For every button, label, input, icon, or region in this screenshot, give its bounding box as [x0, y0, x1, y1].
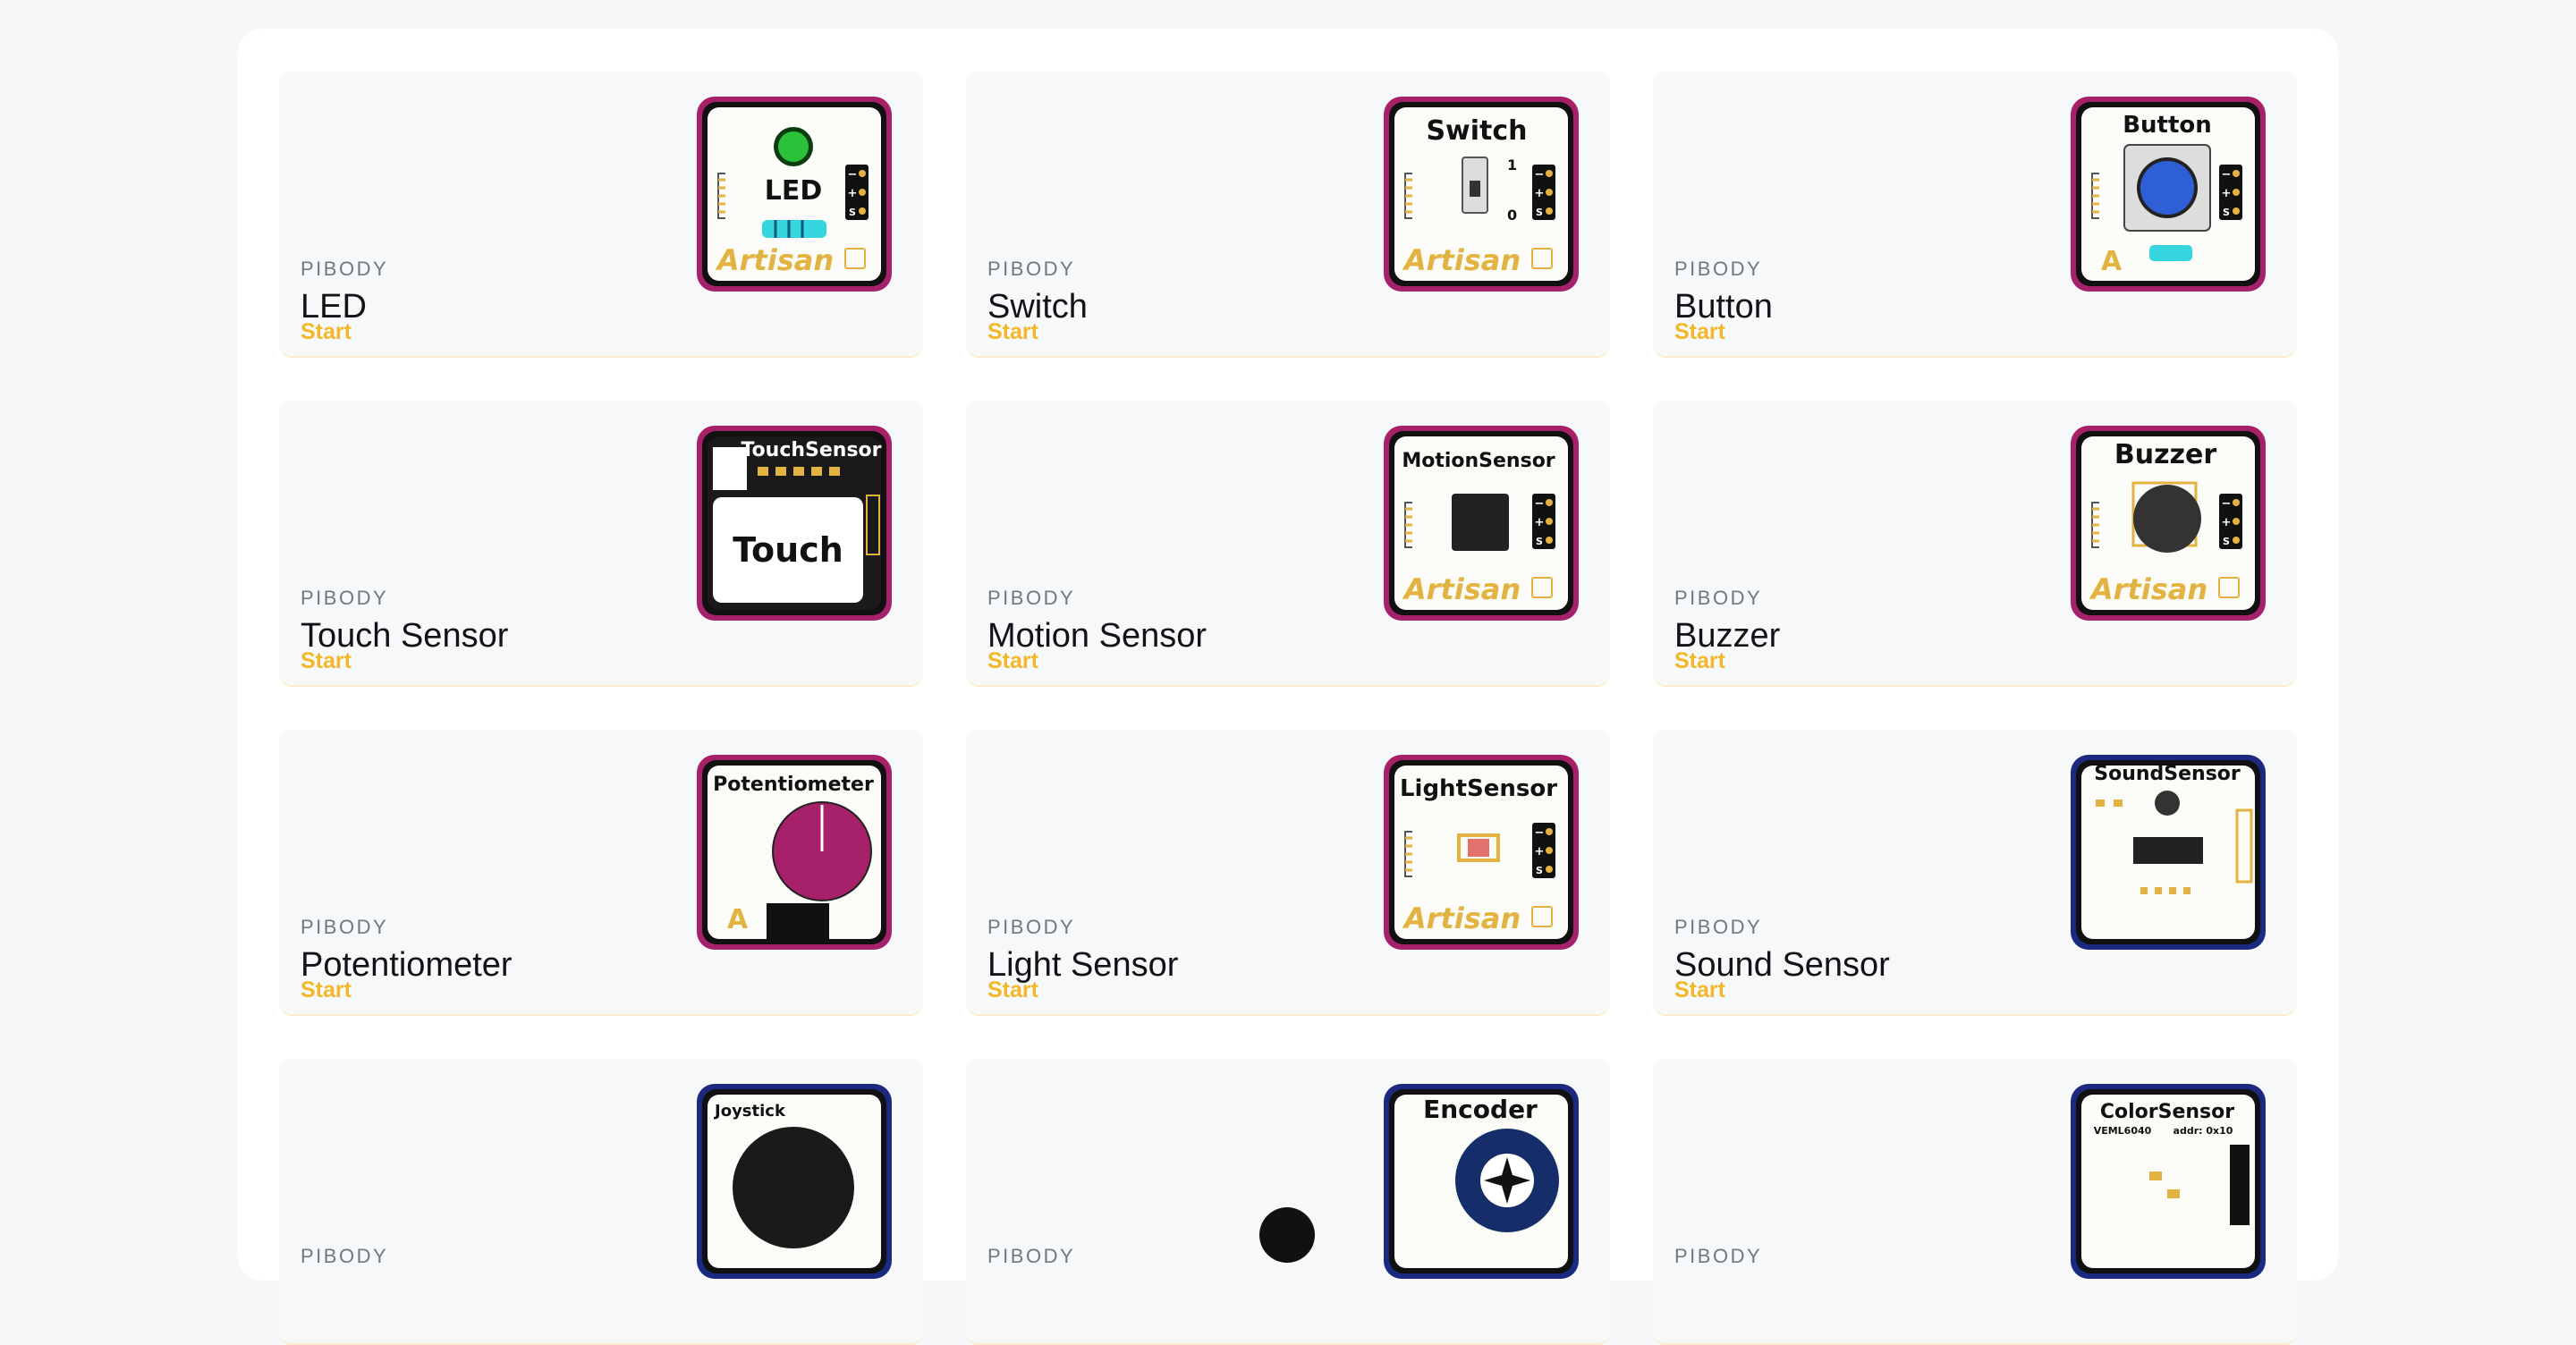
- joystick-board-icon: Joystick: [695, 1082, 894, 1281]
- svg-text:Potentiometer: Potentiometer: [713, 774, 874, 796]
- color-sensor-board-icon: ColorSensor VEML6040 addr: 0x10: [2069, 1082, 2267, 1281]
- module-card-led[interactable]: − + S LED Artisan PIBODY LED Start: [279, 72, 923, 358]
- module-brand: PIBODY: [301, 916, 389, 938]
- module-card-motionsensor[interactable]: − + S MotionSensor Artisan PIBODY Motion…: [966, 401, 1610, 687]
- module-card-potentiometer[interactable]: Potentiometer A PIBODY Potentiometer Sta…: [279, 730, 923, 1016]
- svg-text:+: +: [2222, 187, 2232, 200]
- start-link[interactable]: Start: [301, 319, 352, 345]
- light-sensor-board-icon: − + S LightSensor Artisan: [1382, 753, 1580, 952]
- svg-text:MotionSensor: MotionSensor: [1402, 450, 1555, 472]
- svg-text:1: 1: [1507, 156, 1517, 173]
- svg-text:+: +: [2222, 516, 2232, 529]
- svg-text:+: +: [1535, 516, 1545, 529]
- module-card-switch[interactable]: − + S Switch 1 0 Artisan PIBODY Switch St…: [966, 72, 1610, 358]
- button-board-icon: − + S Button A: [2069, 95, 2267, 293]
- svg-text:+: +: [1535, 845, 1545, 859]
- sound-sensor-board-icon: SoundSensor: [2069, 753, 2267, 952]
- svg-text:−: −: [2222, 497, 2232, 511]
- svg-text:Joystick: Joystick: [713, 1102, 786, 1121]
- buzzer-board-icon: − + S Buzzer Artisan: [2069, 424, 2267, 622]
- led-board-icon: − + S LED Artisan: [695, 95, 894, 293]
- svg-text:−: −: [1535, 168, 1545, 182]
- module-brand: PIBODY: [1674, 258, 1763, 280]
- start-link[interactable]: Start: [1674, 319, 1725, 345]
- module-list-panel: − + S LED Artisan PIBODY LED Start − + S…: [237, 29, 2339, 1345]
- start-link[interactable]: Start: [301, 648, 352, 674]
- svg-text:Switch: Switch: [1426, 115, 1527, 147]
- svg-text:−: −: [2222, 168, 2232, 182]
- module-card-soundsensor[interactable]: SoundSensor PIBODY Sound Sensor Start: [1653, 730, 2297, 1016]
- svg-text:TouchSensor: TouchSensor: [741, 439, 881, 461]
- svg-text:LightSensor: LightSensor: [1400, 775, 1557, 802]
- touch-sensor-board-icon: TouchSensor Touch: [695, 424, 894, 622]
- svg-text:A: A: [727, 904, 749, 935]
- start-link[interactable]: Start: [1674, 977, 1725, 1003]
- module-brand: PIBODY: [301, 1245, 389, 1267]
- svg-text:S: S: [849, 207, 856, 218]
- potentiometer-board-icon: Potentiometer A: [695, 753, 894, 952]
- svg-text:S: S: [1536, 207, 1543, 218]
- svg-text:Encoder: Encoder: [1423, 1095, 1538, 1124]
- module-brand: PIBODY: [301, 258, 389, 280]
- svg-text:−: −: [1535, 497, 1545, 511]
- svg-text:addr: 0x10: addr: 0x10: [2174, 1125, 2233, 1137]
- svg-text:S: S: [2223, 207, 2230, 218]
- svg-text:Artisan: Artisan: [1402, 901, 1521, 935]
- module-brand: PIBODY: [1674, 587, 1763, 609]
- module-brand: PIBODY: [301, 587, 389, 609]
- svg-text:LED: LED: [765, 175, 823, 207]
- svg-text:A: A: [2101, 246, 2123, 277]
- svg-text:ColorSensor: ColorSensor: [2100, 1101, 2234, 1123]
- svg-text:S: S: [2223, 536, 2230, 547]
- svg-text:Touch: Touch: [733, 530, 843, 570]
- svg-text:Artisan: Artisan: [1402, 572, 1521, 606]
- switch-board-icon: − + S Switch 1 0 Artisan: [1382, 95, 1580, 293]
- module-brand: PIBODY: [1674, 1245, 1763, 1267]
- start-link[interactable]: Start: [301, 977, 352, 1003]
- module-card-buzzer[interactable]: − + S Buzzer Artisan PIBODY Buzzer Start: [1653, 401, 2297, 687]
- module-brand: PIBODY: [987, 1245, 1076, 1267]
- svg-text:S: S: [1536, 865, 1543, 876]
- module-card-button[interactable]: − + S Button A PIBODY Button Start: [1653, 72, 2297, 358]
- start-link[interactable]: Start: [1674, 648, 1725, 674]
- svg-text:VEML6040: VEML6040: [2094, 1125, 2152, 1137]
- module-brand: PIBODY: [987, 916, 1076, 938]
- svg-text:+: +: [1535, 187, 1545, 200]
- scroll-to-top-button[interactable]: [1259, 1207, 1315, 1263]
- start-link[interactable]: Start: [987, 648, 1038, 674]
- svg-text:S: S: [1536, 536, 1543, 547]
- module-card-colorsensor[interactable]: ColorSensor VEML6040 addr: 0x10 PIBODY: [1653, 1059, 2297, 1345]
- module-brand: PIBODY: [987, 587, 1076, 609]
- svg-text:−: −: [848, 168, 858, 182]
- module-card-joystick[interactable]: Joystick PIBODY: [279, 1059, 923, 1345]
- module-brand: PIBODY: [987, 258, 1076, 280]
- svg-text:Buzzer: Buzzer: [2114, 439, 2216, 470]
- module-card-lightsensor[interactable]: − + S LightSensor Artisan PIBODY Light S…: [966, 730, 1610, 1016]
- module-grid: − + S LED Artisan PIBODY LED Start − + S…: [279, 72, 2297, 1345]
- svg-text:−: −: [1535, 826, 1545, 840]
- svg-text:+: +: [848, 187, 858, 200]
- start-link[interactable]: Start: [987, 319, 1038, 345]
- module-brand: PIBODY: [1674, 916, 1763, 938]
- svg-text:0: 0: [1507, 207, 1517, 224]
- svg-text:Artisan: Artisan: [715, 243, 834, 277]
- svg-text:Button: Button: [2123, 112, 2212, 139]
- start-link[interactable]: Start: [987, 977, 1038, 1003]
- svg-text:Artisan: Artisan: [1402, 243, 1521, 277]
- motion-sensor-board-icon: − + S MotionSensor Artisan: [1382, 424, 1580, 622]
- module-card-touchsensor[interactable]: TouchSensor Touch PIBODY Touch Sensor St…: [279, 401, 923, 687]
- svg-text:Artisan: Artisan: [2089, 572, 2207, 606]
- svg-text:SoundSensor: SoundSensor: [2094, 763, 2241, 785]
- module-card-encoder[interactable]: Encoder PIBODY: [966, 1059, 1610, 1345]
- encoder-board-icon: Encoder: [1382, 1082, 1580, 1281]
